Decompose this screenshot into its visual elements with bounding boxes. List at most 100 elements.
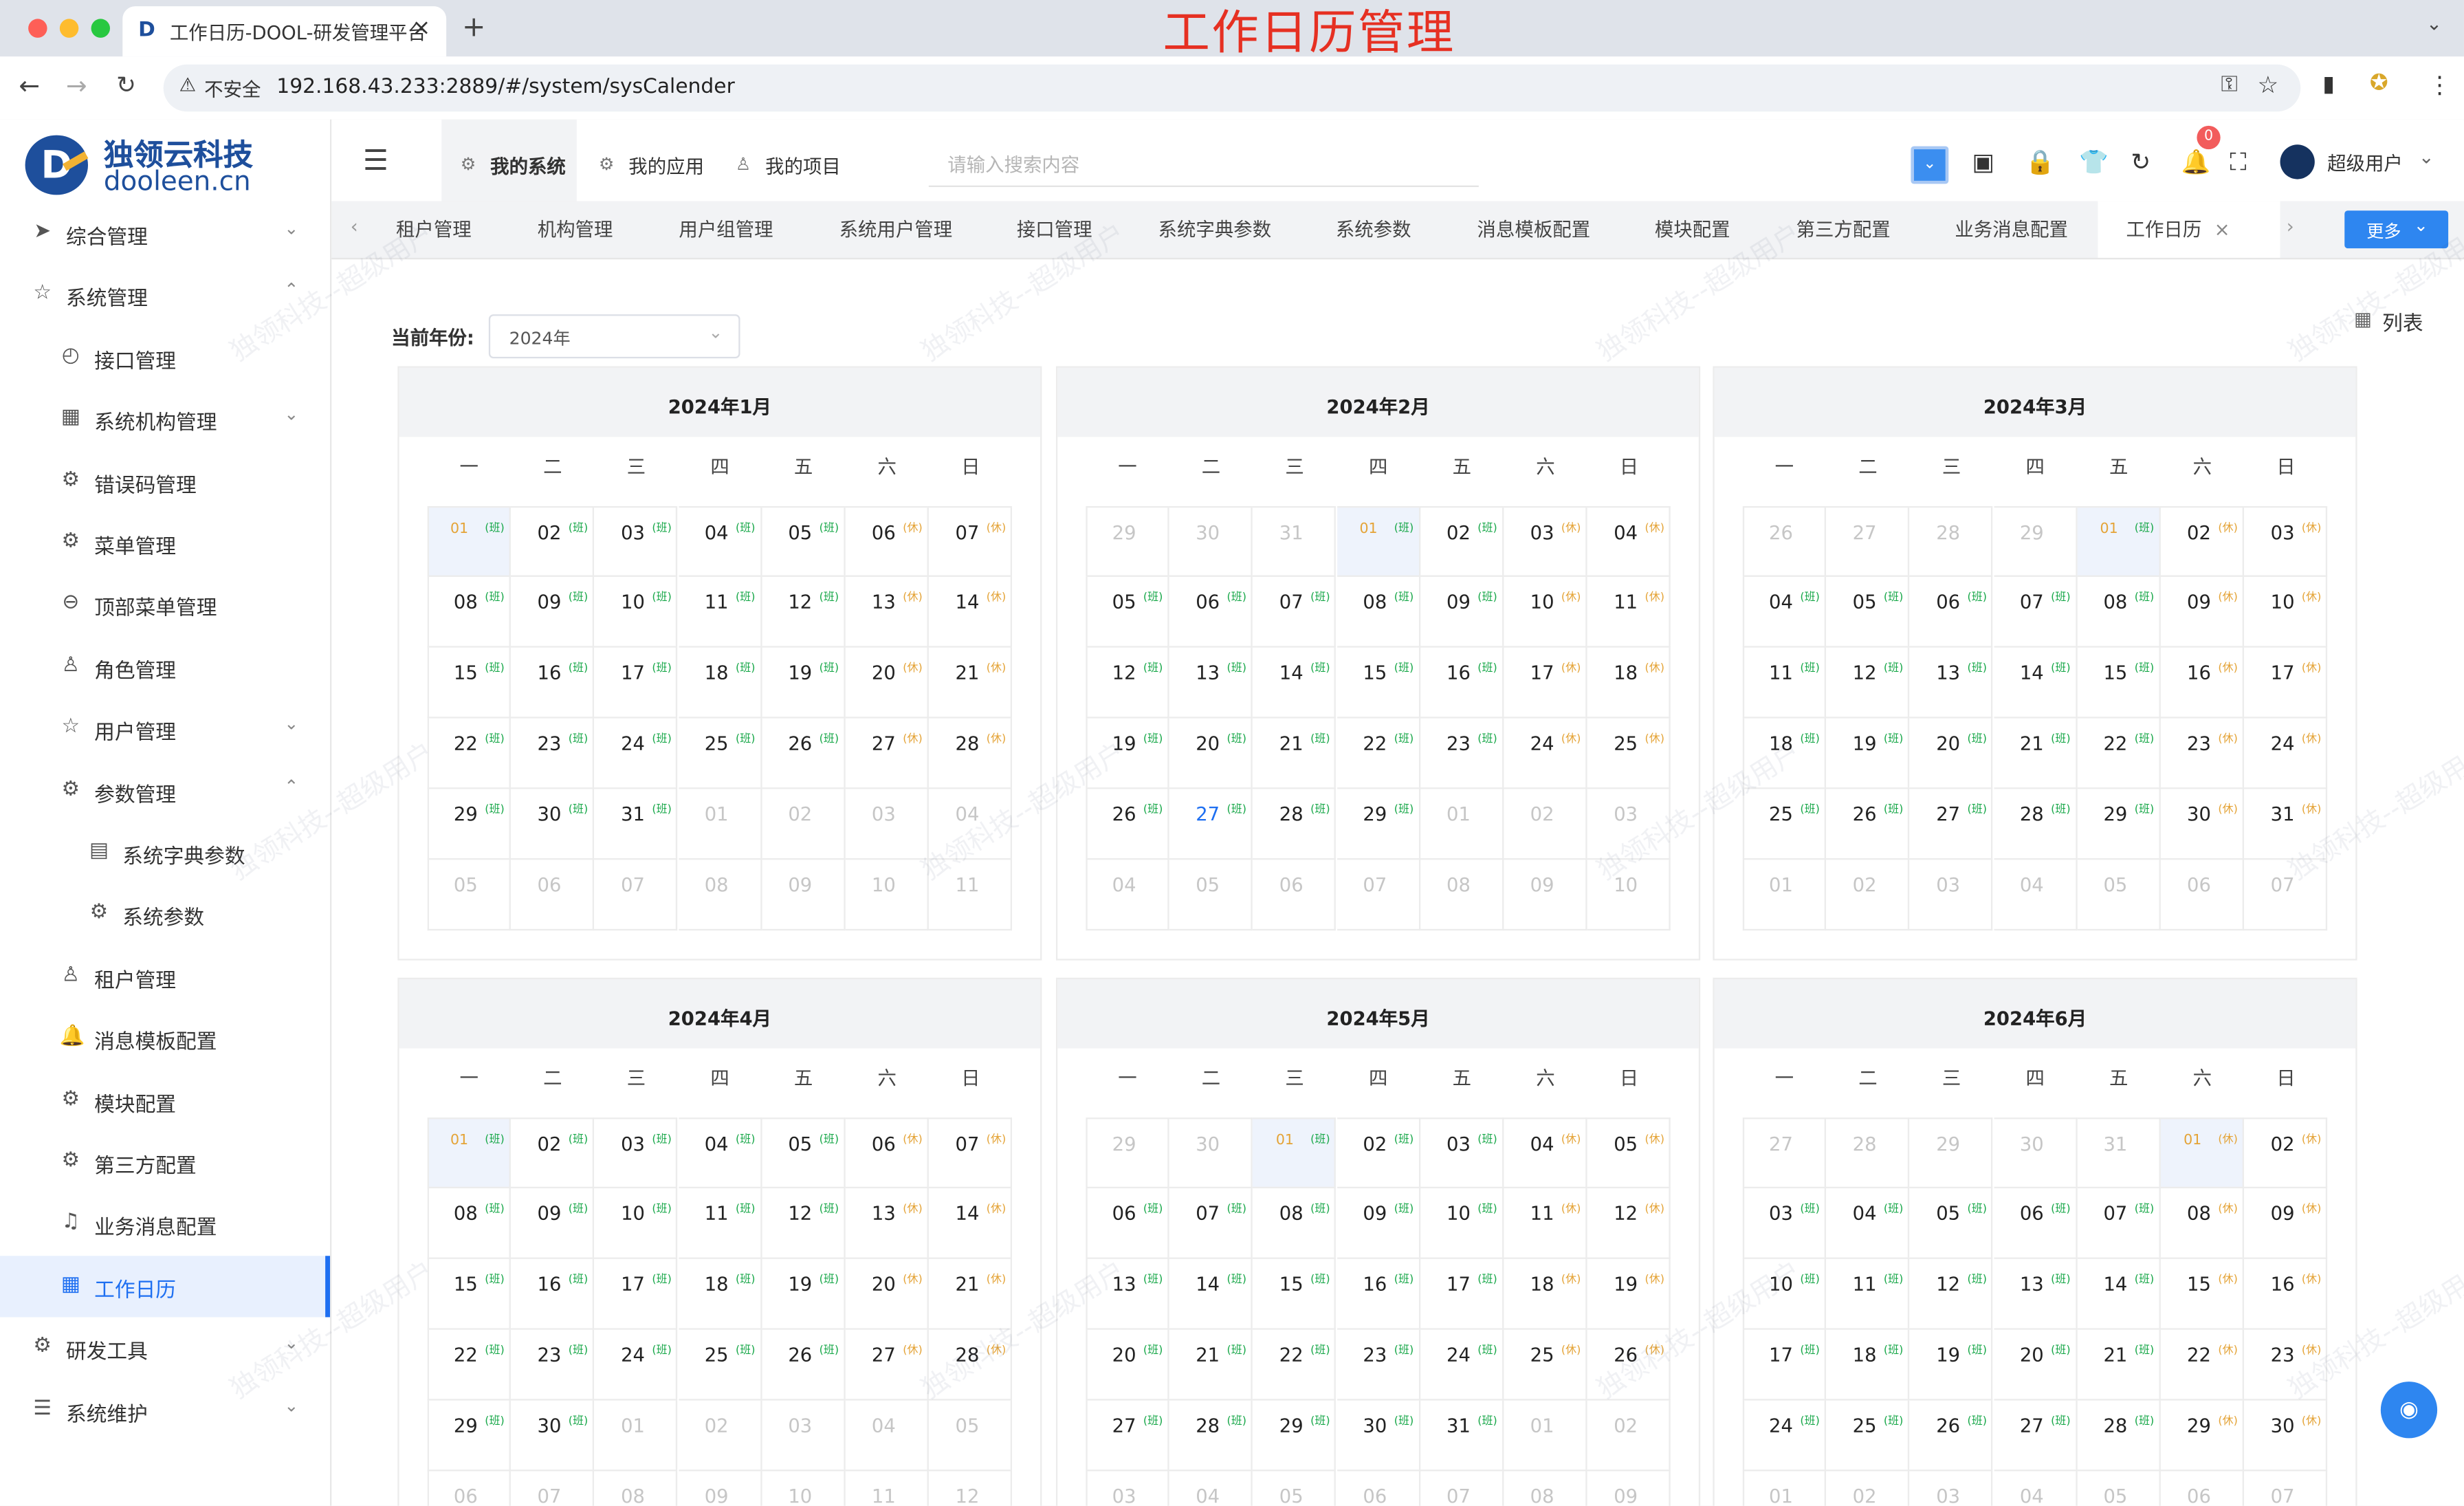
day-cell[interactable]: 24 (班) [594,718,679,789]
hamburger-menu-icon[interactable]: ☰ [363,144,388,177]
day-cell[interactable]: 04 (班) [1826,1188,1910,1259]
day-cell[interactable]: 23 (班) [1420,718,1504,789]
day-cell[interactable]: 04 (班) [678,1117,762,1188]
day-cell[interactable]: 19 (班) [1910,1329,1994,1401]
chevron-up-icon[interactable]: ⌃ [284,776,298,796]
day-cell[interactable]: 29 (班) [427,789,511,860]
day-cell[interactable]: 20 (班) [1993,1329,2077,1401]
day-cell[interactable]: 06 (班) [1086,1188,1169,1259]
day-cell[interactable]: 28 (班) [1169,1400,1253,1472]
day-cell[interactable]: 02 (班) [511,1117,595,1188]
day-cell[interactable]: 05 (班) [762,1117,846,1188]
day-cell[interactable]: 03 [1587,789,1671,860]
day-cell[interactable]: 30 (休) [2244,1400,2328,1472]
day-cell[interactable]: 12 [929,1471,1013,1506]
day-cell[interactable]: 01 (班) [427,505,511,577]
day-cell[interactable]: 09 [1587,1471,1671,1506]
day-cell[interactable]: 12 (班) [762,1188,846,1259]
day-cell[interactable]: 03 (班) [594,505,679,577]
day-cell[interactable]: 13 (班) [1086,1258,1169,1330]
day-cell[interactable]: 05 (班) [1826,576,1910,648]
day-cell[interactable]: 03 [1910,1471,1994,1506]
sidebar-item-2[interactable]: ◴ 接口管理 [0,327,330,388]
day-cell[interactable]: 05 (班) [1086,576,1169,648]
day-cell[interactable]: 25 (班) [1742,789,1826,860]
day-cell[interactable]: 27 (班) [1169,789,1253,860]
day-cell[interactable]: 12 (班) [1086,647,1169,719]
day-cell[interactable]: 29 (休) [2160,1400,2244,1472]
day-cell[interactable]: 29 [1993,505,2077,577]
day-cell[interactable]: 07 (班) [1993,576,2077,648]
day-cell[interactable]: 21 (班) [1993,718,2077,789]
sidebar-item-5[interactable]: ⚙ 菜单管理 [0,512,330,574]
day-cell[interactable]: 16 (休) [2160,647,2244,719]
sidebar-item-16[interactable]: ♫ 业务消息配置 [0,1194,330,1255]
zoom-window-dot[interactable] [91,19,110,38]
day-cell[interactable]: 06 (班) [1169,576,1253,648]
day-cell[interactable]: 23 (休) [2160,718,2244,789]
day-cell[interactable]: 08 [595,1471,679,1506]
day-cell[interactable]: 25 (班) [678,1329,762,1401]
day-cell[interactable]: 07 (休) [929,505,1013,577]
fullscreen-icon[interactable]: ⛶ [2230,148,2246,176]
day-cell[interactable]: 07 [2244,1471,2328,1506]
day-cell[interactable]: 06 (班) [1993,1188,2077,1259]
day-cell[interactable]: 18 (休) [1504,1258,1587,1330]
user-name[interactable]: 超级用户 [2327,149,2403,176]
day-cell[interactable]: 08 (班) [2077,576,2161,648]
day-cell[interactable]: 02 [1826,1471,1910,1506]
close-tab-icon[interactable]: × [412,16,430,41]
theme-shirt-icon[interactable]: 👕 [2079,148,2109,176]
day-cell[interactable]: 07 [1336,860,1420,931]
sidebar-item-1[interactable]: ☆ 系统管理 ⌃ [0,265,330,326]
day-cell[interactable]: 24 (休) [2244,718,2328,789]
day-cell[interactable]: 10 (班) [594,576,679,648]
day-cell[interactable]: 28 (休) [929,1329,1013,1401]
day-cell[interactable]: 27 (班) [1993,1400,2077,1472]
day-cell[interactable]: 03 [762,1400,846,1472]
screenshot-tool-icon[interactable]: ▣ [1972,148,1994,176]
extension-icon[interactable]: ✪ [2370,71,2388,96]
sidebar-item-15[interactable]: ⚙ 第三方配置 [0,1132,330,1193]
minimize-window-dot[interactable] [59,19,79,38]
day-cell[interactable]: 09 (班) [1336,1188,1420,1259]
day-cell[interactable]: 08 [1420,860,1504,931]
day-cell[interactable]: 13 (休) [845,1188,929,1259]
day-cell[interactable]: 29 [1086,1117,1169,1188]
day-cell[interactable]: 11 (班) [678,1188,762,1259]
day-cell[interactable]: 10 (休) [1504,576,1587,648]
day-cell[interactable]: 22 (班) [1253,1329,1336,1401]
day-cell[interactable]: 11 (休) [1504,1188,1587,1259]
day-cell[interactable]: 04 (班) [1742,576,1826,648]
day-cell[interactable]: 23 (休) [2244,1329,2328,1401]
day-cell[interactable]: 08 [678,860,762,931]
day-cell[interactable]: 08 (班) [1253,1188,1336,1259]
day-cell[interactable]: 07 (休) [929,1117,1013,1188]
day-cell[interactable]: 07 [511,1471,595,1506]
chevron-down-icon[interactable]: ⌄ [284,1333,298,1354]
new-tab-icon[interactable]: + [462,11,485,44]
day-cell[interactable]: 17 (班) [1420,1258,1504,1330]
day-cell[interactable]: 26 (休) [1587,1329,1671,1401]
day-cell[interactable]: 04 [1994,1471,2077,1506]
day-cell[interactable]: 04 [845,1400,929,1472]
day-cell[interactable]: 30 (休) [2160,789,2244,860]
day-cell[interactable]: 06 (休) [845,1117,929,1188]
day-cell[interactable]: 10 [845,860,929,931]
day-cell[interactable]: 07 [594,860,679,931]
page-tab-10[interactable]: 业务消息配置 [1955,201,2101,258]
day-cell[interactable]: 09 [762,860,846,931]
browser-tab[interactable]: D 工作日历-DOOL-研发管理平台 × [122,6,447,57]
day-cell[interactable]: 15 (班) [427,1258,511,1330]
notification-bell-icon[interactable]: 🔔 [2181,148,2211,176]
day-cell[interactable]: 22 (班) [2077,718,2161,789]
avatar[interactable] [2280,144,2315,179]
day-cell[interactable]: 29 [1910,1117,1994,1188]
page-tab-3[interactable]: 系统用户管理 [839,201,986,258]
day-cell[interactable]: 25 (休) [1587,718,1671,789]
sidebar-panel-icon[interactable]: ▮ [2322,72,2335,98]
day-cell[interactable]: 02 (班) [1336,1117,1420,1188]
day-cell[interactable]: 22 (休) [2160,1329,2244,1401]
day-cell[interactable]: 11 (班) [1742,647,1826,719]
day-cell[interactable]: 16 (班) [511,647,595,719]
